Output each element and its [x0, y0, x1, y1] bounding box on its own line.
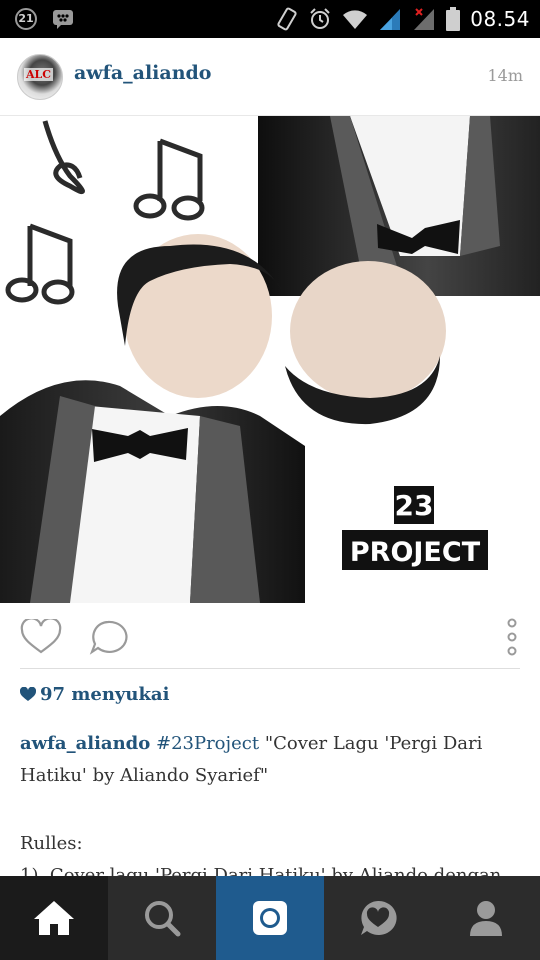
- nav-activity-tab[interactable]: [324, 876, 432, 960]
- music-note-decoration-1: [133, 138, 205, 221]
- treble-clef-decoration: [42, 120, 85, 195]
- vibrate-icon: [277, 7, 297, 31]
- post-caption: awfa_aliando #23Project "Cover Lagu 'Per…: [20, 728, 520, 791]
- battery-icon: [446, 7, 461, 31]
- image-text-23: 23: [395, 489, 434, 522]
- notification-count-badge: 21: [15, 8, 37, 30]
- avatar-logo-text: ALC: [24, 68, 54, 81]
- signal-icon-sim2: [414, 8, 435, 30]
- nav-camera-tab[interactable]: [216, 876, 324, 960]
- likes-count[interactable]: 97 menyukai: [20, 684, 169, 705]
- caption-username[interactable]: awfa_aliando: [20, 733, 150, 754]
- nav-search-tab[interactable]: [108, 876, 216, 960]
- clock-time: 08.54: [470, 7, 530, 31]
- post-actions: [0, 603, 540, 669]
- bottom-navigation: [0, 876, 540, 960]
- post-image[interactable]: 23 PROJECT: [0, 116, 540, 603]
- profile-icon: [470, 901, 502, 936]
- more-options-icon[interactable]: [500, 617, 524, 657]
- comment-bubble-icon[interactable]: [88, 619, 128, 655]
- search-icon: [145, 901, 181, 937]
- nav-profile-tab[interactable]: [432, 876, 540, 960]
- post-header: ALC awfa_aliando 14m: [0, 38, 540, 116]
- likes-text: 97 menyukai: [40, 684, 170, 705]
- caption-hashtag[interactable]: #23Project: [156, 733, 259, 754]
- music-note-decoration-2: [5, 223, 75, 305]
- home-icon: [34, 901, 74, 935]
- camera-icon: [253, 901, 287, 935]
- rules-title: Rulles:: [20, 833, 83, 854]
- actions-divider: [20, 668, 520, 669]
- bbm-notification-icon: [53, 10, 73, 29]
- avatar[interactable]: ALC: [17, 54, 63, 100]
- signal-icon-sim1: [380, 9, 401, 30]
- post-username[interactable]: awfa_aliando: [74, 62, 211, 84]
- wifi-icon: [343, 10, 368, 29]
- image-text-project: PROJECT: [350, 537, 481, 568]
- post-time-ago: 14m: [487, 66, 523, 85]
- status-icons: 08.54: [276, 6, 530, 32]
- alarm-icon: [310, 8, 330, 29]
- likes-heart-icon: [20, 687, 36, 701]
- status-bar: 21 08.54: [0, 0, 540, 38]
- like-heart-icon[interactable]: [20, 619, 62, 655]
- nav-home-tab[interactable]: [0, 876, 108, 960]
- post-image-artwork: 23 PROJECT: [0, 116, 540, 603]
- activity-heart-icon: [361, 900, 397, 935]
